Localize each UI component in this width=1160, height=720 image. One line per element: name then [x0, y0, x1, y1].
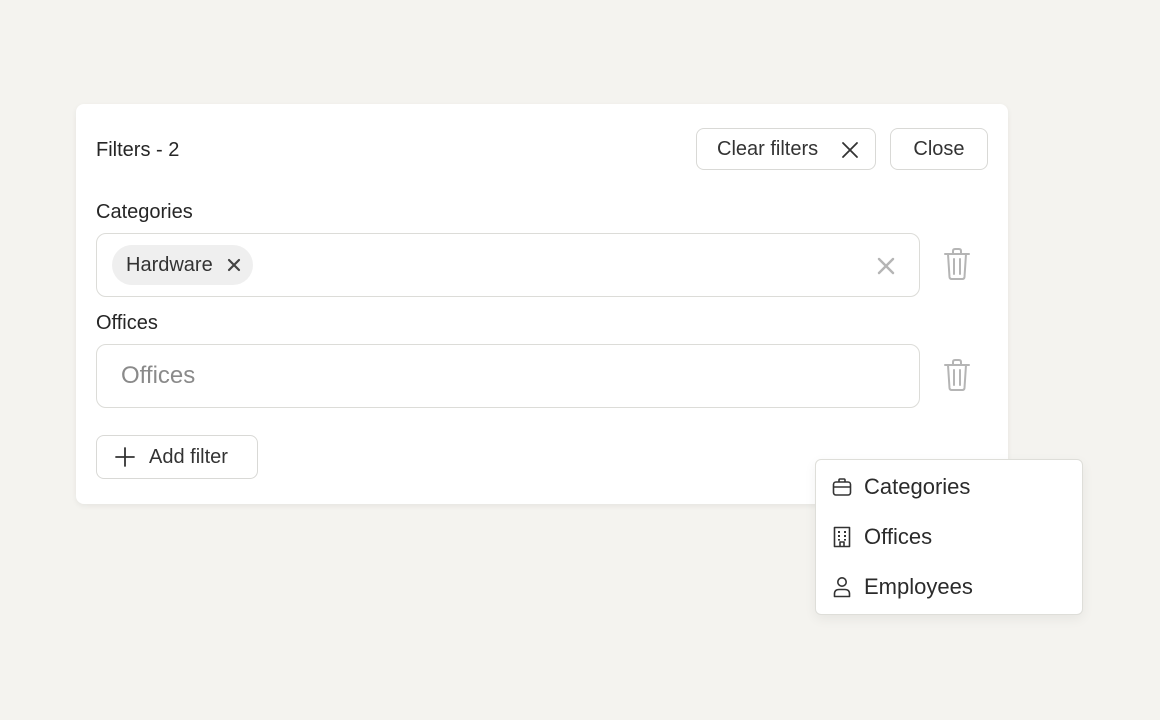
menu-item-label: Categories [864, 474, 971, 499]
remove-chip-icon[interactable] [227, 258, 241, 272]
person-icon [833, 577, 851, 598]
offices-input[interactable] [97, 345, 919, 407]
menu-item-categories[interactable]: Categories [816, 467, 1082, 507]
menu-item-offices[interactable]: Offices [816, 517, 1082, 557]
filters-panel: Filters - 2 Clear filters Close Categori… [76, 104, 1008, 504]
clear-selection-icon[interactable] [877, 257, 895, 275]
categories-filter-field[interactable]: Hardware [96, 233, 920, 297]
delete-categories-filter-trash-icon[interactable] [942, 247, 972, 281]
briefcase-icon [832, 478, 852, 496]
add-filter-label: Add filter [149, 445, 228, 468]
close-icon [842, 142, 858, 158]
close-button[interactable]: Close [890, 128, 988, 170]
menu-item-label: Offices [864, 524, 933, 549]
close-label: Close [913, 137, 965, 160]
menu-item-label: Employees [864, 574, 973, 599]
offices-filter-field [96, 344, 920, 408]
clear-filters-label: Clear filters [717, 137, 819, 160]
delete-offices-filter-trash-icon[interactable] [942, 358, 972, 392]
add-filter-dropdown-menu: Categories Offices Employees [815, 459, 1083, 615]
clear-filters-button[interactable]: Clear filters [696, 128, 876, 170]
selected-chip-hardware: Hardware [112, 245, 253, 285]
add-filter-button[interactable]: Add filter [96, 435, 258, 479]
building-icon [833, 526, 851, 548]
categories-filter-label: Categories [96, 201, 193, 223]
menu-item-employees[interactable]: Employees [816, 567, 1082, 607]
plus-icon [115, 447, 135, 467]
offices-filter-label: Offices [96, 312, 158, 334]
panel-title: Filters - 2 [96, 139, 180, 161]
chip-label: Hardware [126, 253, 213, 276]
